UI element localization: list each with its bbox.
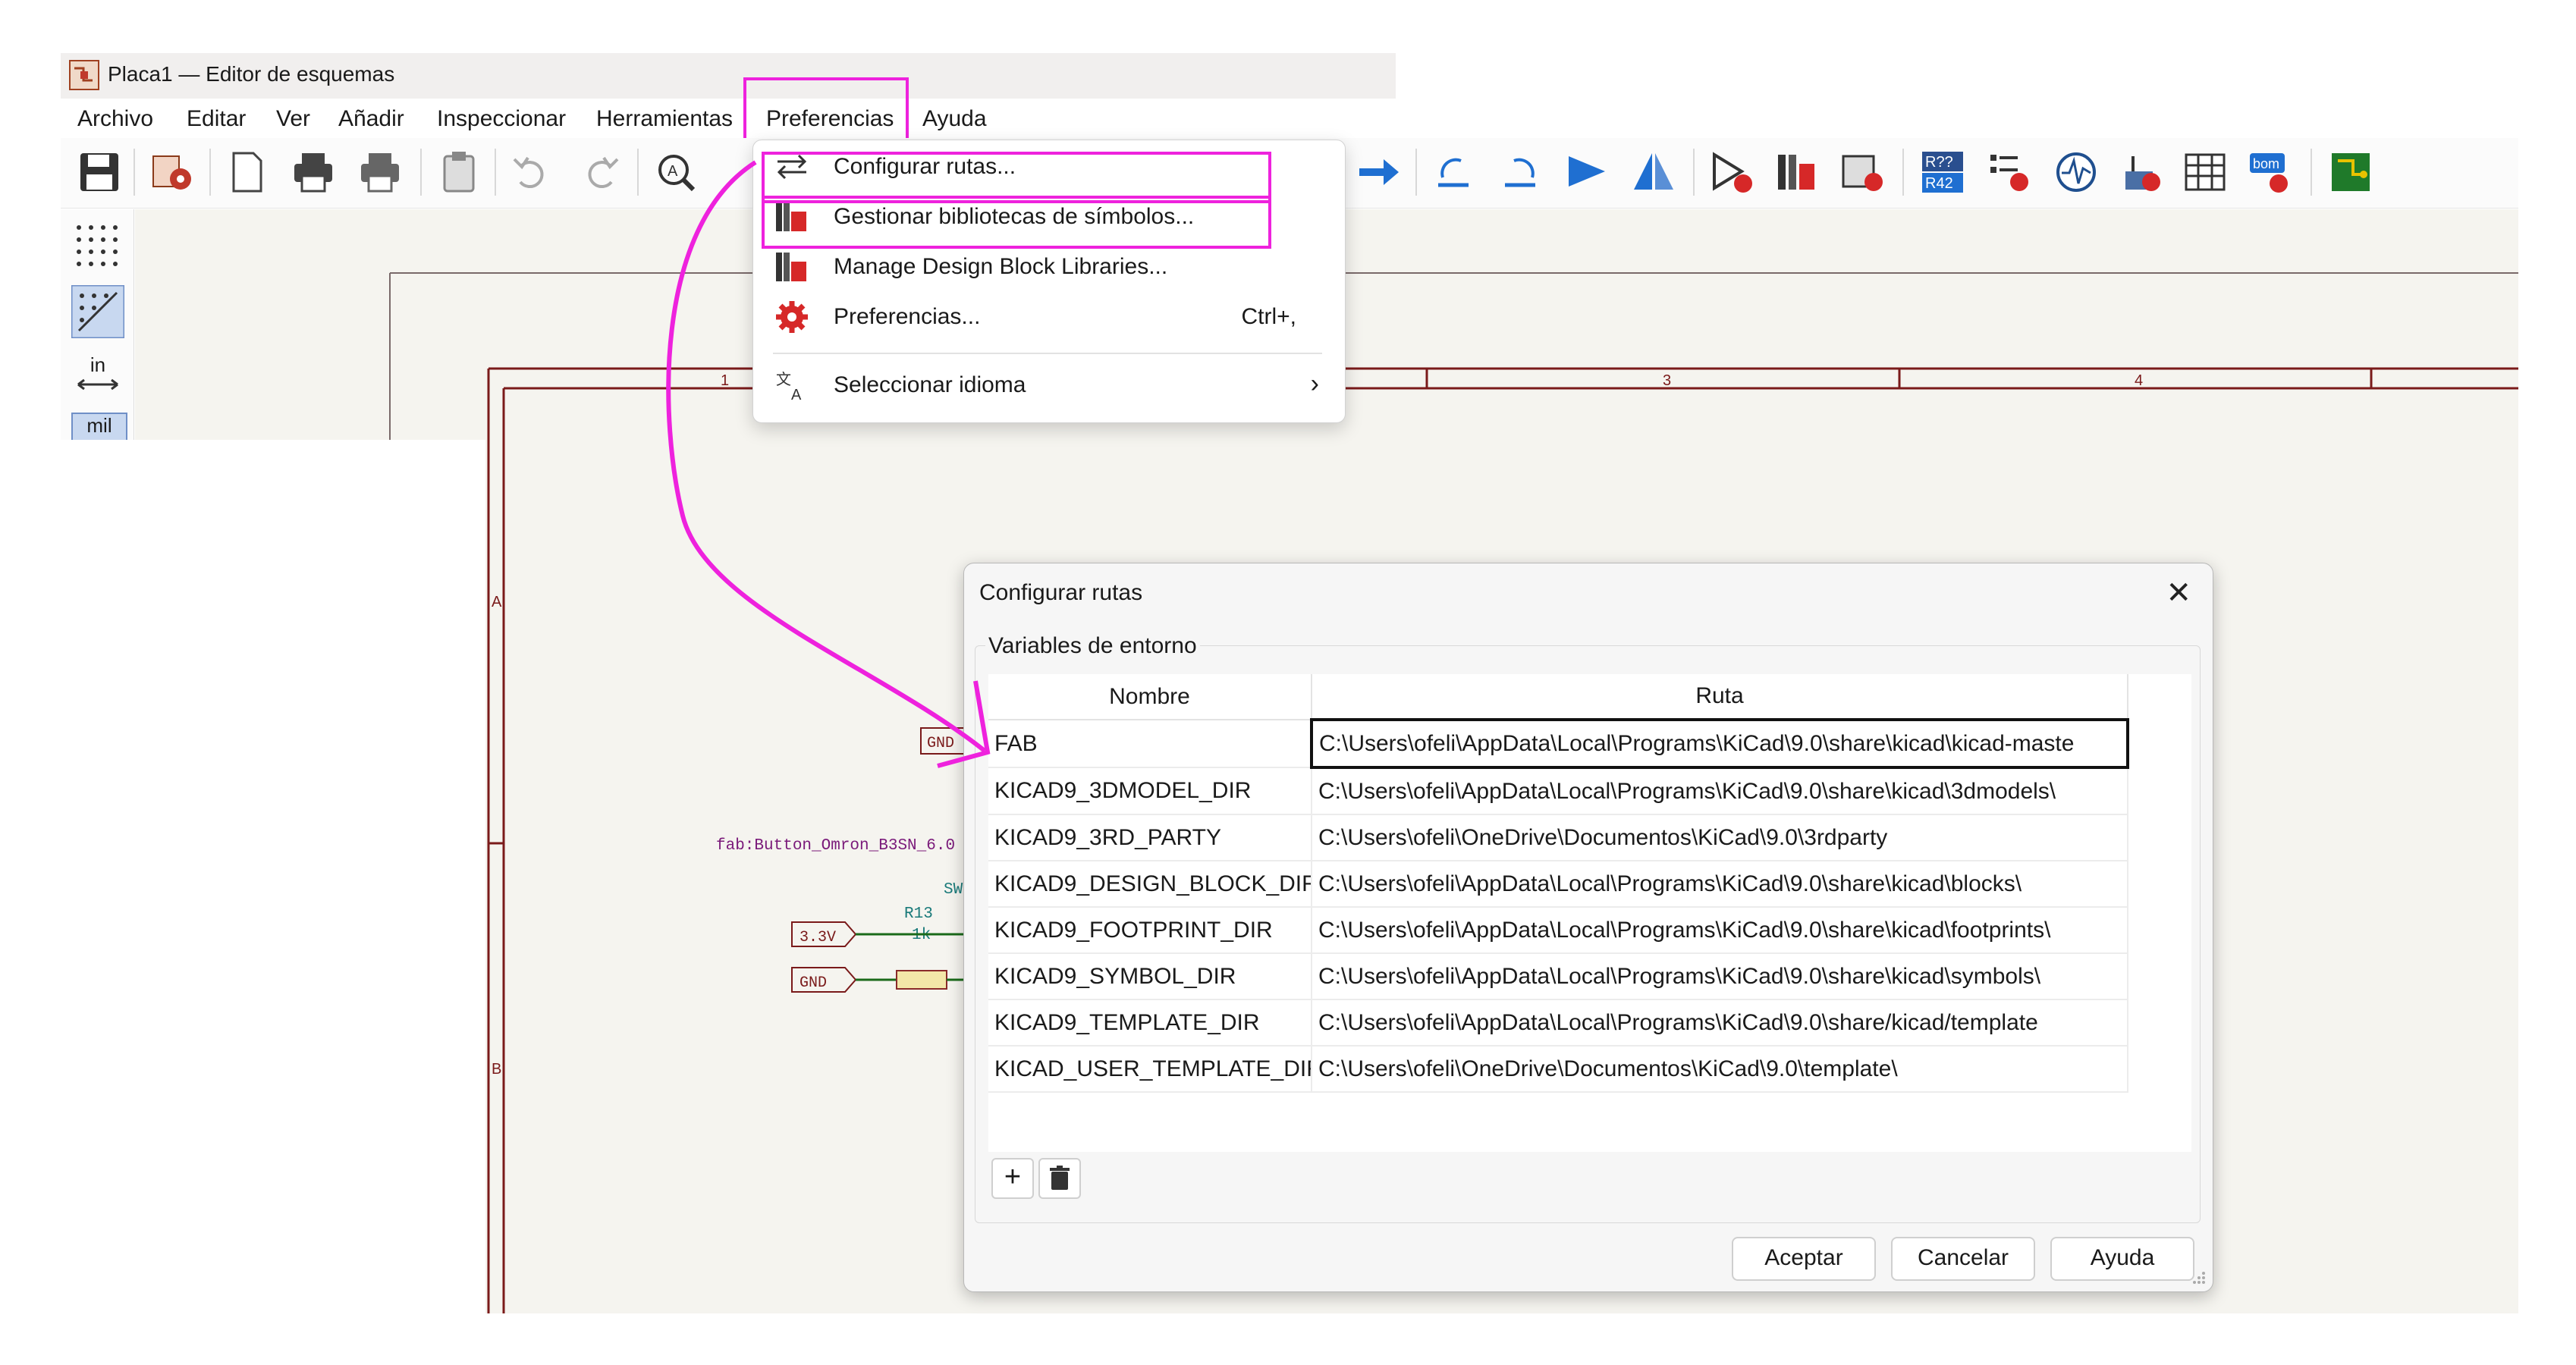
annotation-arrow [666, 160, 991, 768]
